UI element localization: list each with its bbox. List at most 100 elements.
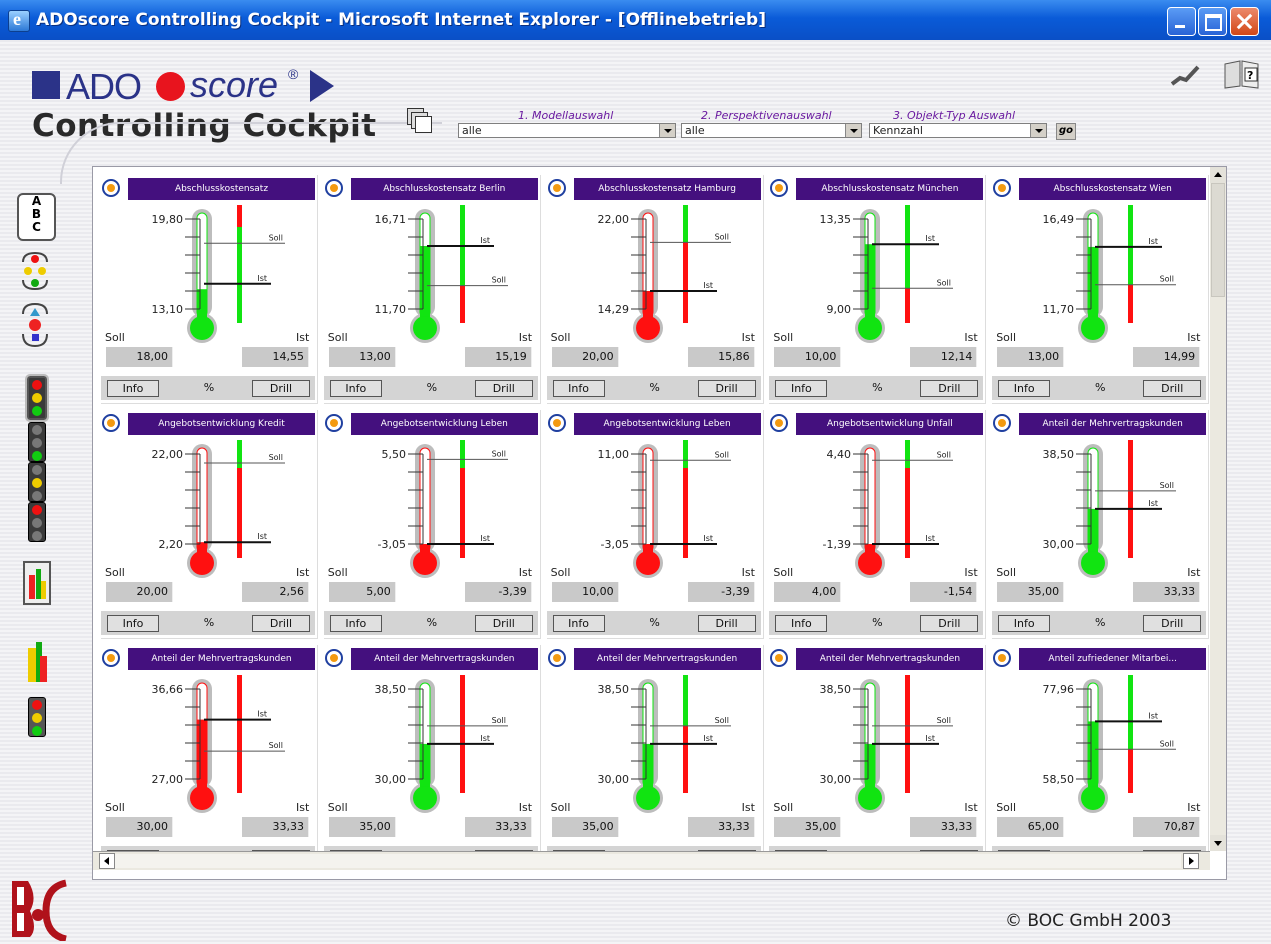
band-red [905,675,911,793]
abc-sort-button[interactable]: A B C [17,193,56,241]
card-title[interactable]: Anteil der Mehrvertragskunden [350,648,538,670]
card-title[interactable]: Abschlusskostensatz Wien [1019,178,1207,200]
kpi-card: Abschlusskostensatz München Soll Ist 10,… [767,175,987,407]
card-title-text: Anteil der Mehrvertragskunden [596,654,738,664]
info-button[interactable]: Info [329,615,382,632]
card-title-text: Abschlusskostensatz Berlin [383,184,506,194]
chevron-down-icon[interactable] [659,124,675,137]
object-type-select[interactable]: Kennzahl [869,123,1047,138]
ist-value: 14,55 [242,347,309,367]
info-button[interactable]: Info [107,380,159,397]
drill-button[interactable]: Drill [697,615,756,632]
status-target-icon[interactable] [324,179,343,197]
traffic-light-yellow-icon[interactable] [28,462,46,502]
soll-marker-label: Soll [1160,481,1174,490]
drill-button[interactable]: Drill [920,615,979,632]
drill-button[interactable]: Drill [920,380,979,397]
soll-marker-label: Soll [937,716,951,725]
scale-min-label: 13,10 [152,303,184,316]
scale-max-label: 11,00 [597,448,629,461]
maximize-button[interactable] [1198,7,1227,36]
scroll-right-arrow-icon[interactable] [1183,853,1199,869]
info-button[interactable]: Info [998,615,1051,632]
info-button[interactable]: Info [552,615,605,632]
info-button[interactable]: Info [329,380,382,397]
vertical-scroll-thumb[interactable] [1211,183,1225,297]
scale-min-label: 2,20 [159,538,184,551]
status-target-icon[interactable] [102,179,120,197]
vertical-scrollbar[interactable] [1210,167,1226,851]
band-green [237,440,242,468]
card-title-text: Angebotsentwicklung Leben [603,419,731,429]
card-title[interactable]: Abschlusskostensatz Hamburg [573,178,761,200]
card-title[interactable]: Angebotsentwicklung Unfall [796,413,984,435]
thermometer-bulb [858,786,883,810]
drill-button[interactable]: Drill [474,380,533,397]
toggle-view-icon[interactable] [407,108,433,136]
card-title[interactable]: Abschlusskostensatz Berlin [350,178,538,200]
bar-chart-view-icon[interactable] [23,561,51,605]
drill-button[interactable]: Drill [252,615,310,632]
card-title[interactable]: Anteil der Mehrvertragskunden [1019,413,1207,435]
drill-button[interactable]: Drill [697,380,756,397]
thermometer-gauge: 5,50 -3,05 Soll Ist [377,440,508,578]
status-target-icon[interactable] [102,414,120,432]
status-target-icon[interactable] [547,179,566,197]
traffic-light-all-icon[interactable] [25,374,49,422]
drill-button[interactable]: Drill [1143,380,1202,397]
abc-letter-c: C [32,220,41,234]
close-button[interactable] [1230,7,1259,36]
ist-marker-label: Ist [257,274,267,283]
scroll-left-arrow-icon[interactable] [99,853,115,869]
horizontal-scrollbar[interactable] [93,851,1210,870]
internet-explorer-icon [8,9,30,32]
minimize-button[interactable] [1167,7,1196,36]
card-title[interactable]: Abschlusskostensatz [128,178,315,200]
ist-marker-label: Ist [257,532,267,541]
horizontal-scroll-track[interactable] [115,854,1181,868]
card-title-text: Anteil der Mehrvertragskunden [151,654,292,664]
info-button[interactable]: Info [775,615,828,632]
traffic-light-red-icon[interactable] [28,502,46,542]
info-button[interactable]: Info [998,380,1051,397]
chevron-down-icon[interactable] [1030,124,1046,137]
card-title[interactable]: Angebotsentwicklung Leben [350,413,538,435]
drill-button[interactable]: Drill [252,380,310,397]
scroll-up-arrow-icon[interactable] [1210,167,1226,183]
status-target-icon[interactable] [324,649,343,667]
soll-value: 18,00 [106,347,173,367]
status-target-icon[interactable] [102,649,120,667]
copyright-text: © BOC GmbH 2003 [1005,911,1172,931]
traffic-light-cycle-icon[interactable] [19,250,51,292]
object-cycle-icon[interactable] [19,300,51,350]
chevron-down-icon[interactable] [845,124,861,137]
scroll-down-arrow-icon[interactable] [1210,835,1226,851]
drill-button[interactable]: Drill [1143,615,1202,632]
unit-label: % [1094,616,1106,629]
info-button[interactable]: Info [552,380,605,397]
soll-marker-label: Soll [269,741,283,750]
status-target-icon[interactable] [547,649,566,667]
trend-chart-icon[interactable] [1170,64,1200,86]
status-target-icon[interactable] [324,414,343,432]
traffic-light-green-icon[interactable] [28,422,46,462]
card-title[interactable]: Anteil der Mehrvertragskunden [573,648,761,670]
drill-button[interactable]: Drill [474,615,533,632]
model-select[interactable]: alle [458,123,676,138]
card-title[interactable]: Anteil der Mehrvertragskunden [796,648,984,670]
soll-marker-label: Soll [937,278,951,287]
go-button[interactable]: go [1056,123,1076,140]
perspective-select[interactable]: alle [681,123,862,138]
status-target-icon[interactable] [547,414,566,432]
info-button[interactable]: Info [775,380,828,397]
card-title[interactable]: Angebotsentwicklung Leben [573,413,761,435]
scorecard-view-icon[interactable] [26,640,50,684]
card-title[interactable]: Anteil zufriedener Mitarbei... [1019,648,1207,670]
traffic-light-legend-icon[interactable] [28,697,46,737]
card-title[interactable]: Abschlusskostensatz München [796,178,984,200]
card-title[interactable]: Angebotsentwicklung Kredit [128,413,315,435]
info-button[interactable]: Info [107,615,159,632]
card-title[interactable]: Anteil der Mehrvertragskunden [128,648,315,670]
kpi-card: Anteil der Mehrvertragskunden Soll Ist 3… [767,645,987,851]
help-book-icon[interactable]: ? [1222,58,1262,90]
